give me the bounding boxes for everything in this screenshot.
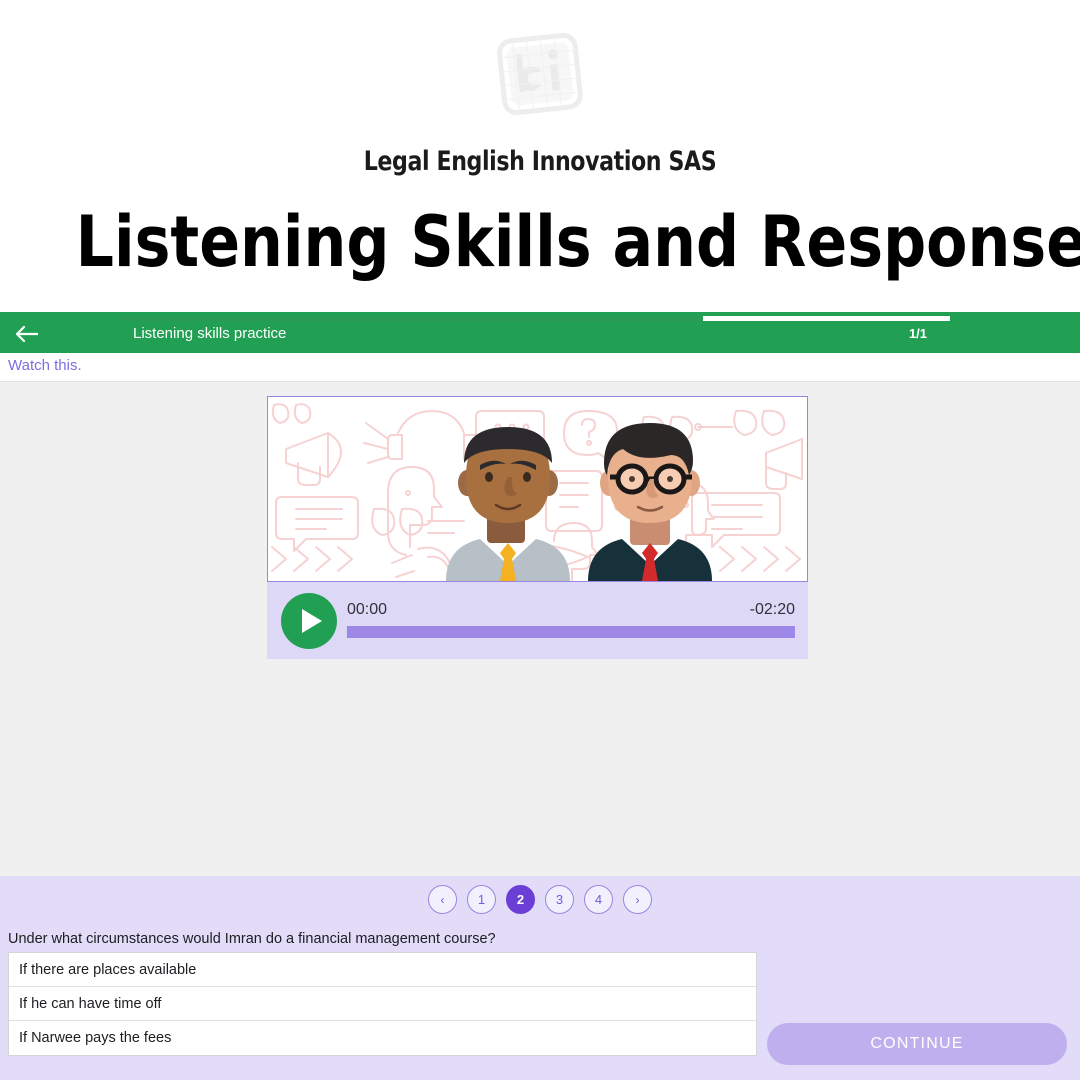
audio-scrubber[interactable]	[347, 626, 795, 638]
answer-option[interactable]: If Narwee pays the fees	[9, 1021, 756, 1055]
play-triangle	[302, 609, 322, 633]
lei-logo-icon	[485, 30, 595, 120]
question-panel: ‹ 1 2 3 4 › Under what circumstances wou…	[0, 876, 1080, 1080]
instruction-text: Watch this.	[8, 357, 82, 374]
answer-option[interactable]: If he can have time off	[9, 987, 756, 1021]
answer-options-list: If there are places available If he can …	[8, 952, 757, 1056]
pager-page-2[interactable]: 2	[506, 885, 535, 914]
media-stage: 00:00 -02:20	[0, 382, 1080, 876]
current-time: 00:00	[347, 601, 388, 618]
player-time-row: 00:00 -02:20	[347, 601, 795, 621]
lesson-progress-fill	[703, 316, 950, 321]
answer-option[interactable]: If there are places available	[9, 953, 756, 987]
course-player-app: Listening skills practice 1/1 Watch this…	[0, 312, 1080, 1080]
media-card: 00:00 -02:20	[267, 396, 808, 659]
audio-player: 00:00 -02:20	[267, 583, 808, 659]
brand-name: Legal English Innovation SAS	[363, 146, 717, 177]
app-topbar: Listening skills practice 1/1	[0, 312, 1080, 353]
instruction-bar: Watch this.	[0, 353, 1080, 382]
video-thumbnail[interactable]	[267, 396, 808, 582]
pager-prev[interactable]: ‹	[428, 885, 457, 914]
lesson-progress-bar	[120, 316, 950, 321]
question-pagination: ‹ 1 2 3 4 ›	[0, 885, 1080, 914]
pager-page-3[interactable]: 3	[545, 885, 574, 914]
page-title: Listening Skills and Response	[75, 201, 1080, 283]
continue-button[interactable]: CONTINUE	[767, 1023, 1067, 1065]
question-text: Under what circumstances would Imran do …	[8, 931, 496, 947]
topbar-title: Listening skills practice	[133, 325, 287, 342]
play-icon[interactable]	[281, 593, 337, 649]
back-arrow-icon[interactable]	[14, 324, 42, 344]
pager-page-1[interactable]: 1	[467, 885, 496, 914]
pager-page-4[interactable]: 4	[584, 885, 613, 914]
branding-header: Legal English Innovation SAS	[0, 0, 1080, 177]
remaining-time: -02:20	[749, 601, 795, 618]
topbar-page-counter: 1/1	[908, 326, 928, 341]
pager-next[interactable]: ›	[623, 885, 652, 914]
